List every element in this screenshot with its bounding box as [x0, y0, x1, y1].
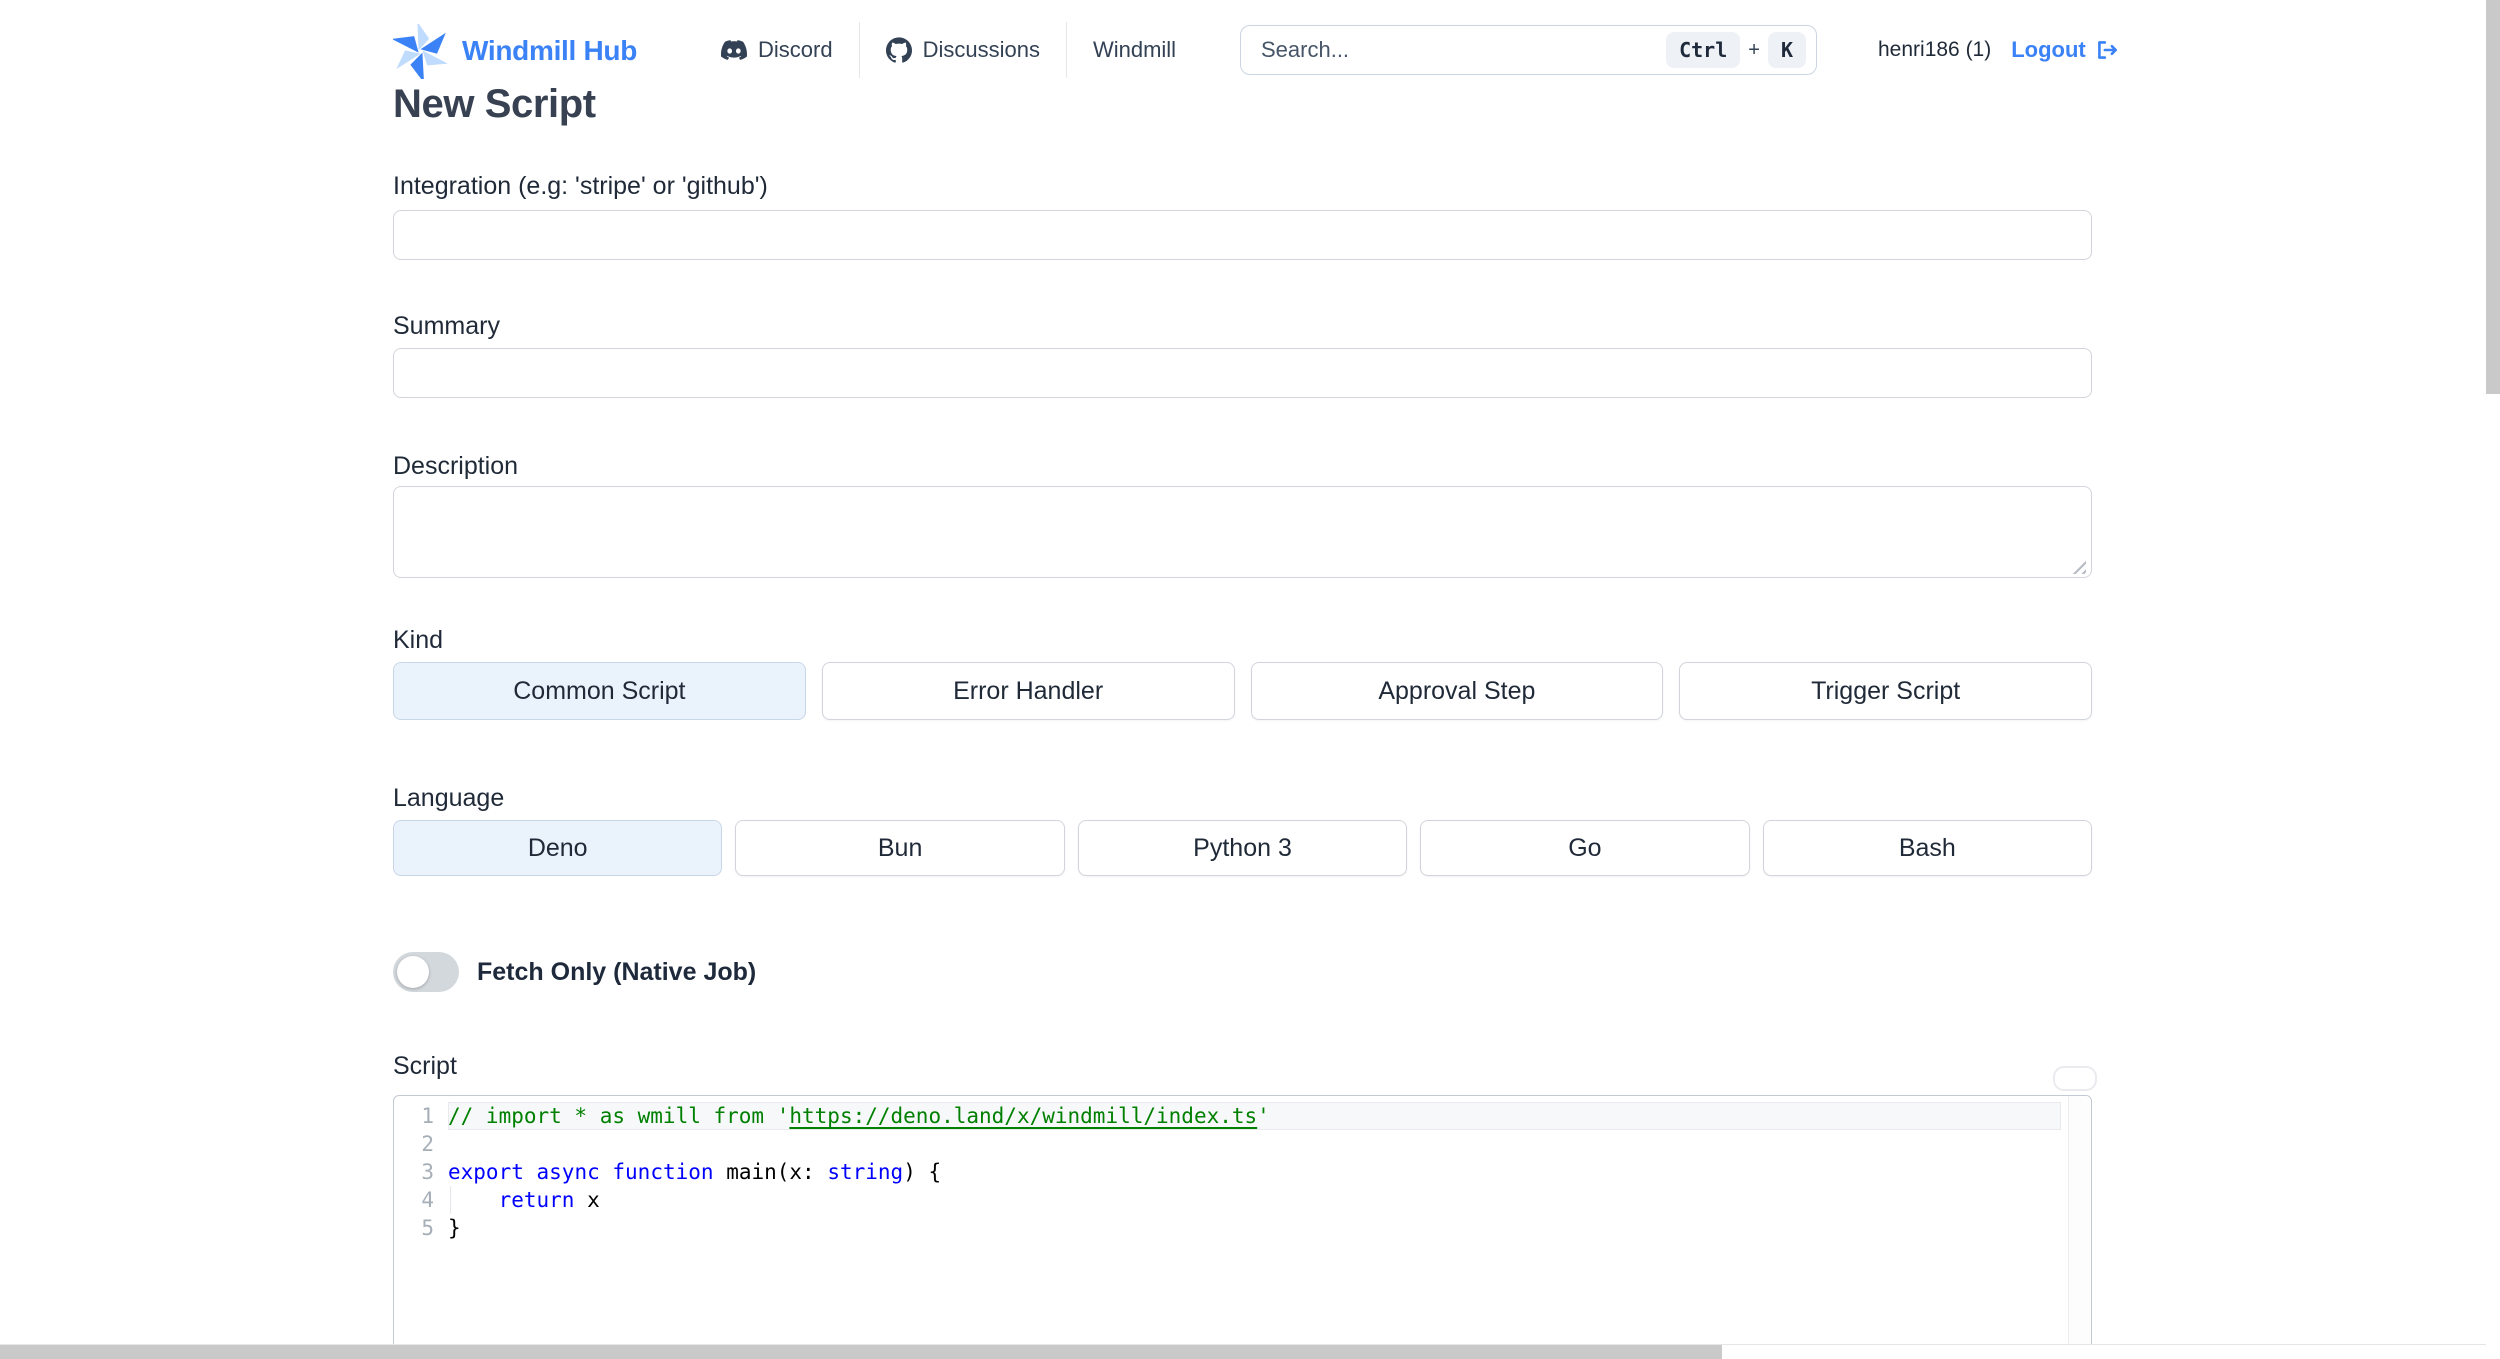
line-number: 5	[421, 1216, 434, 1240]
script-label: Script	[393, 1052, 457, 1080]
code-token: }	[448, 1216, 461, 1240]
language-option-python-3[interactable]: Python 3	[1077, 820, 1408, 876]
language-options: Deno Bun Python 3 Go Bash	[393, 820, 2093, 876]
code-token: string	[827, 1160, 904, 1184]
kbd-ctrl-badge: Ctrl	[1666, 32, 1741, 68]
kind-option-common-script[interactable]: Common Script	[393, 662, 806, 720]
logout-label: Logout	[2011, 37, 2086, 62]
integration-label: Integration (e.g: 'stripe' or 'github')	[393, 172, 768, 200]
code-token: main(x:	[713, 1160, 828, 1184]
header-nav: Discord Discussions Windmill	[695, 0, 1202, 100]
code-token: x	[574, 1188, 600, 1212]
horizontal-scrollbar-track[interactable]	[0, 1344, 2500, 1359]
editor-mode-toggle-pill[interactable]	[2053, 1066, 2097, 1091]
vertical-scrollbar-thumb[interactable]	[2486, 0, 2500, 394]
integration-input[interactable]	[393, 210, 2092, 260]
search-input[interactable]	[1259, 36, 1667, 64]
nav-item-discussions[interactable]: Discussions	[860, 37, 1066, 63]
fetch-only-label: Fetch Only (Native Job)	[477, 957, 757, 986]
github-icon	[885, 37, 912, 63]
windmill-logo-icon	[393, 23, 448, 79]
user-area: henri186 (1) Logout	[1878, 0, 2120, 100]
indent-guide	[450, 1186, 451, 1214]
nav-label-discord: Discord	[758, 37, 833, 62]
code-token: export	[448, 1160, 524, 1184]
summary-label: Summary	[393, 312, 500, 340]
brand-name: Windmill Hub	[462, 35, 638, 66]
code-token: // import * as wmill from '	[448, 1104, 790, 1128]
editor-scrollbar-track[interactable]	[2068, 1096, 2091, 1358]
kind-option-approval-step[interactable]: Approval Step	[1250, 662, 1664, 720]
username: henri186 (1)	[1878, 38, 1992, 61]
kind-label: Kind	[393, 626, 444, 654]
code-line: // import * as wmill from 'https://deno.…	[448, 1102, 2061, 1130]
language-option-go[interactable]: Go	[1420, 820, 1750, 876]
code-token: ) {	[903, 1160, 942, 1184]
brand-home-link[interactable]: Windmill Hub	[393, 22, 637, 80]
code-line: return x	[448, 1186, 2061, 1214]
language-option-deno[interactable]: Deno	[393, 820, 723, 876]
language-option-bash[interactable]: Bash	[1762, 820, 2093, 876]
script-code-editor[interactable]: 1 2 3 4 5 // import * as wmill from 'https:/…	[393, 1095, 2092, 1359]
language-option-bun[interactable]: Bun	[735, 820, 1065, 876]
editor-gutter: 1 2 3 4 5	[394, 1102, 434, 1242]
horizontal-scrollbar-thumb[interactable]	[0, 1345, 1722, 1359]
code-token: function	[612, 1160, 714, 1184]
code-token: '	[1257, 1104, 1270, 1128]
nav-item-windmill[interactable]: Windmill	[1067, 37, 1202, 63]
code-token: async	[536, 1160, 600, 1184]
logout-button[interactable]: Logout	[2011, 37, 2120, 63]
logout-icon	[2097, 41, 2117, 59]
nav-label-discussions: Discussions	[922, 37, 1040, 62]
kind-options: Common Script Error Handler Approval Step T…	[393, 662, 2092, 720]
line-number: 3	[421, 1160, 434, 1184]
vertical-scrollbar-track[interactable]	[2486, 0, 2500, 1359]
editor-code-area[interactable]: // import * as wmill from 'https://deno.…	[448, 1102, 2061, 1242]
page-title: New Script	[393, 82, 596, 126]
kbd-k-badge: K	[1767, 32, 1806, 68]
fetch-only-toggle[interactable]	[393, 952, 459, 992]
fetch-only-row: Fetch Only (Native Job)	[393, 952, 756, 992]
line-number: 4	[421, 1188, 434, 1212]
code-line: export async function main(x: string) {	[448, 1158, 2061, 1186]
kind-option-error-handler[interactable]: Error Handler	[821, 662, 1235, 720]
search-box[interactable]: Ctrl + K	[1240, 25, 1817, 75]
line-number: 2	[421, 1132, 434, 1156]
description-textarea[interactable]	[393, 486, 2092, 578]
code-line: }	[448, 1214, 2061, 1242]
line-number: 1	[421, 1104, 434, 1128]
description-label: Description	[393, 452, 519, 480]
toggle-knob	[397, 956, 429, 988]
kbd-plus-separator: +	[1748, 38, 1760, 61]
kind-option-trigger-script[interactable]: Trigger Script	[1679, 662, 2092, 720]
code-token: return	[498, 1188, 575, 1212]
summary-input[interactable]	[393, 348, 2092, 398]
nav-label-windmill: Windmill	[1092, 37, 1177, 62]
language-label: Language	[393, 784, 505, 812]
code-token: https://deno.land/x/windmill/index.ts	[789, 1104, 1258, 1128]
discord-icon	[721, 40, 747, 60]
nav-item-discord[interactable]: Discord	[695, 37, 859, 63]
page: Windmill Hub Discord Discussions Windmil…	[0, 0, 2500, 1359]
